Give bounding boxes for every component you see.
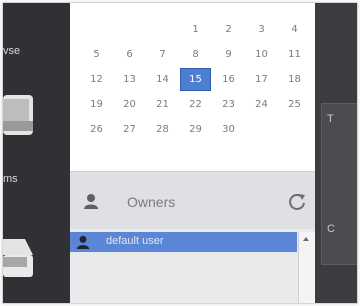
calendar-day[interactable]: 3	[245, 17, 278, 42]
calendar-day[interactable]: 24	[245, 92, 278, 117]
calendar-day[interactable]: 13	[113, 67, 146, 92]
calendar: 1 2 3 4 5 6 7 8 9 10 11 12 13 14 15 16 17 18 19 20 21 22 23 24 2…	[70, 3, 315, 171]
inbox-tray-icon[interactable]	[3, 225, 37, 281]
right-card-text-1: T	[327, 113, 334, 125]
calendar-day[interactable]: 8	[179, 42, 212, 67]
calendar-day[interactable]: 25	[278, 92, 311, 117]
calendar-day[interactable]: 14	[146, 67, 179, 92]
calendar-day[interactable]: 5	[80, 42, 113, 67]
calendar-day[interactable]: 12	[80, 67, 113, 92]
calendar-day[interactable]: 20	[113, 92, 146, 117]
owner-name: default user	[106, 235, 164, 247]
calendar-day[interactable]: 1	[179, 17, 212, 42]
sidebar-items-label: ms	[3, 173, 18, 185]
calendar-day[interactable]: 10	[245, 42, 278, 67]
app-window: vse ms 1 2 3 4 5 6 7 8 9 10 11 12 13 14 15 16 17 18 19 20 21…	[2, 2, 358, 304]
calendar-day[interactable]: 6	[113, 42, 146, 67]
calendar-grid: 1 2 3 4 5 6 7 8 9 10 11 12 13 14 15 16 17 18 19 20 21 22 23 24 2…	[80, 17, 312, 142]
calendar-day[interactable]: 21	[146, 92, 179, 117]
right-panel: T C	[315, 3, 357, 303]
calendar-day[interactable]: 30	[212, 117, 245, 142]
refresh-icon[interactable]	[287, 192, 307, 212]
calendar-day[interactable]: 16	[212, 67, 245, 92]
person-icon	[84, 194, 98, 209]
owner-row[interactable]: default user	[70, 232, 297, 252]
tray-icon[interactable]	[3, 93, 37, 137]
owners-list: default user	[70, 229, 315, 303]
owners-scrollbar[interactable]	[298, 232, 315, 303]
owners-header: Owners	[70, 171, 315, 230]
sidebar-browse-label: vse	[3, 45, 21, 57]
calendar-day[interactable]: 19	[80, 92, 113, 117]
right-card-text-3: C	[327, 223, 335, 235]
calendar-day[interactable]: 11	[278, 42, 311, 67]
calendar-day[interactable]: 7	[146, 42, 179, 67]
owner-person-icon	[76, 235, 90, 249]
owners-title: Owners	[127, 194, 176, 210]
left-sidebar: vse ms	[3, 3, 70, 303]
calendar-day-selected[interactable]: 15	[180, 68, 211, 91]
calendar-day[interactable]: 27	[113, 117, 146, 142]
calendar-day[interactable]: 26	[80, 117, 113, 142]
calendar-day[interactable]: 9	[212, 42, 245, 67]
calendar-day[interactable]: 4	[278, 17, 311, 42]
calendar-day[interactable]: 29	[179, 117, 212, 142]
calendar-day[interactable]: 2	[212, 17, 245, 42]
calendar-day[interactable]: 28	[146, 117, 179, 142]
calendar-day[interactable]: 17	[245, 67, 278, 92]
scroll-up-arrow-icon[interactable]	[303, 237, 309, 241]
calendar-day[interactable]: 23	[212, 92, 245, 117]
right-card	[321, 103, 357, 265]
calendar-day[interactable]: 22	[179, 92, 212, 117]
owners-panel: Owners default user	[70, 171, 315, 303]
calendar-day[interactable]: 18	[278, 67, 311, 92]
